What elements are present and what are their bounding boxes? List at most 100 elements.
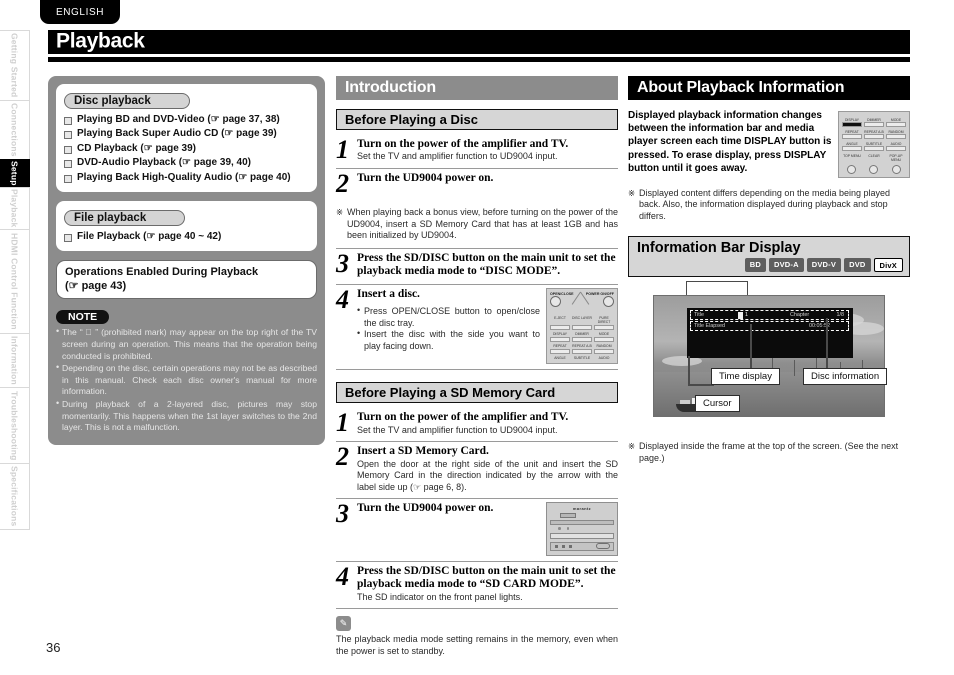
remote-key[interactable]	[886, 146, 906, 151]
middle-column: Introduction Before Playing a Disc 1 Tur…	[336, 76, 618, 657]
media-badge-row: BD DVD-A DVD-V DVD DivX	[637, 258, 903, 273]
information-bar-footer-note: Displayed inside the frame at the top of…	[628, 441, 910, 464]
remote-key[interactable]	[594, 348, 614, 354]
page-number: 36	[46, 640, 61, 655]
language-tab: ENGLISH	[40, 0, 120, 24]
remote-control-illustration: OPEN/CLOSE POWER ON/OFF E-JECT DISC LAYER…	[546, 287, 618, 365]
page-title-bar: Playback	[48, 30, 910, 54]
sidebar-item-setup[interactable]: Setup	[0, 158, 30, 187]
remote-row-c: REPEAT REPEAT A-B RANDOM	[550, 344, 614, 354]
panel-button-icon[interactable]	[562, 544, 565, 548]
step-subtext: Set the TV and amplifier function to UD9…	[357, 424, 558, 435]
list-item[interactable]: CD Playback (☞ page 39)	[64, 142, 309, 156]
clear-button-icon[interactable]	[869, 164, 879, 174]
sidebar-item-connections[interactable]: Connections	[0, 99, 30, 159]
sidebar-item-playback[interactable]: Playback	[0, 186, 30, 230]
operations-enabled-box[interactable]: Operations Enabled During Playback (☞ pa…	[56, 260, 317, 300]
remote-key[interactable]	[550, 336, 570, 342]
step-disc-1: 1 Turn on the power of the amplifier and…	[336, 135, 618, 169]
remote-key[interactable]	[864, 134, 884, 139]
front-panel-illustration: marantz	[546, 502, 618, 556]
language-tab-label: ENGLISH	[55, 6, 105, 18]
callout-disc-information: Disc information	[803, 368, 888, 386]
badge-divx: DivX	[873, 258, 903, 273]
remote-key-label: DIMMER	[867, 117, 881, 122]
step-title: Insert a SD Memory Card.	[357, 445, 489, 458]
contents-panel: Disc playback Playing BD and DVD-Video (…	[48, 76, 325, 445]
information-bar-overlay: Title 1 Chapter 1/8 Title Elapsed 00:05:…	[687, 308, 853, 359]
sd-disc-button-icon[interactable]	[596, 543, 610, 550]
callout-time-display: Time display	[711, 368, 780, 386]
list-item[interactable]: Playing Back High-Quality Audio (☞ page …	[64, 171, 309, 185]
manual-page: Getting Started Connections Setup Playba…	[0, 0, 954, 675]
remote-key[interactable]	[594, 324, 614, 330]
popup-menu-button-icon[interactable]	[892, 164, 902, 174]
list-item[interactable]: DVD-Audio Playback (☞ page 39, 40)	[64, 156, 309, 170]
remote-key[interactable]	[842, 146, 862, 151]
note-badge: NOTE	[56, 310, 110, 325]
remote-key-label: RANDOM	[888, 129, 904, 134]
list-item[interactable]: Playing BD and DVD-Video (☞ page 37, 38)	[64, 113, 309, 127]
remote-key[interactable]	[572, 324, 592, 330]
remote-key[interactable]	[572, 336, 592, 342]
page-title: Playback	[56, 29, 145, 53]
before-playing-sd-heading: Before Playing a SD Memory Card	[336, 382, 618, 404]
badge-dvd-v: DVD-V	[806, 258, 842, 273]
remote-key[interactable]	[864, 146, 884, 151]
information-bar-display-header: Information Bar Display BD DVD-A DVD-V D…	[628, 236, 910, 278]
sidebar-item-label: Connections	[9, 102, 20, 157]
remote-key[interactable]	[572, 348, 592, 354]
note-item: Depending on the disc, certain operation…	[56, 362, 317, 398]
remote-key-label: PURE DIRECT	[597, 316, 611, 325]
step-number: 4	[336, 561, 349, 591]
remote-open-close-label: OPEN/CLOSE	[550, 291, 574, 296]
step-title: Turn the UD9004 power on.	[357, 172, 494, 184]
remote-row-b2: DISPLAY DIMMER MODE	[842, 117, 906, 127]
panel-button-icon[interactable]	[569, 544, 572, 548]
remote-key-label: MODE	[890, 117, 902, 122]
top-menu-button-icon[interactable]	[846, 164, 856, 174]
step-number: 2	[336, 442, 349, 472]
cursor-bracket	[686, 281, 748, 296]
step-title: Press the SD/DISC button on the main uni…	[357, 251, 616, 278]
remote-power-label: POWER ON/OFF	[585, 291, 614, 296]
panel-button-icon[interactable]	[555, 544, 558, 548]
remote-key[interactable]	[550, 348, 570, 354]
remote-key-label: DISPLAY	[844, 117, 860, 122]
sidebar-item-troubleshooting[interactable]: Troubleshooting	[0, 387, 30, 464]
remote-key[interactable]	[550, 324, 570, 330]
remote-key[interactable]	[864, 122, 884, 127]
sidebar-item-hdmi-control-function[interactable]: HDMI Control Function	[0, 229, 30, 334]
remote-key[interactable]	[594, 336, 614, 342]
remote-key[interactable]	[842, 134, 862, 139]
step-disc-3: 3 Press the SD/DISC button on the main u…	[336, 249, 618, 285]
mast-shape	[794, 360, 795, 377]
step-subtext: Open the door at the right side of the u…	[357, 458, 618, 492]
info-bar-chapter-label: Chapter	[790, 312, 810, 319]
disc-tray-icon	[550, 520, 614, 526]
list-item[interactable]: Playing Back Super Audio CD (☞ page 39)	[64, 127, 309, 141]
list-item[interactable]: File Playback (☞ page 40 ~ 42)	[64, 230, 309, 244]
remote-key-label: AUDIO	[598, 356, 610, 361]
cursor-highlight	[738, 312, 743, 320]
front-slot-icon	[550, 532, 614, 539]
sidebar-item-label: Getting Started	[9, 33, 20, 98]
step-sd-2: 2 Insert a SD Memory Card. Open the door…	[336, 442, 618, 500]
remote-key[interactable]	[886, 122, 906, 127]
bullet-item: Press OPEN/CLOSE button to open/close th…	[357, 305, 540, 329]
left-column: Disc playback Playing BD and DVD-Video (…	[48, 76, 325, 445]
remote-key-label: POP-UP MENU	[889, 153, 903, 162]
sidebar-item-label: HDMI Control Function	[9, 233, 20, 331]
remote-key-label: E-JECT	[554, 316, 566, 321]
sidebar-item-specifications[interactable]: Specifications	[0, 463, 30, 531]
sidebar-item-label: Information	[9, 336, 20, 386]
sidebar-item-information[interactable]: Information	[0, 333, 30, 388]
sidebar-item-getting-started[interactable]: Getting Started	[0, 30, 30, 100]
step-subtext: The SD indicator on the front panel ligh…	[357, 591, 523, 602]
remote-key-label: MODE	[598, 332, 610, 337]
display-button-highlight[interactable]	[842, 122, 862, 127]
remote-key[interactable]	[886, 134, 906, 139]
remote-key-label: AUDIO	[890, 141, 902, 146]
remote-row-d: ANGLE SUBTITLE AUDIO	[550, 356, 614, 360]
remote-key-label: SUBTITLE	[573, 356, 591, 361]
